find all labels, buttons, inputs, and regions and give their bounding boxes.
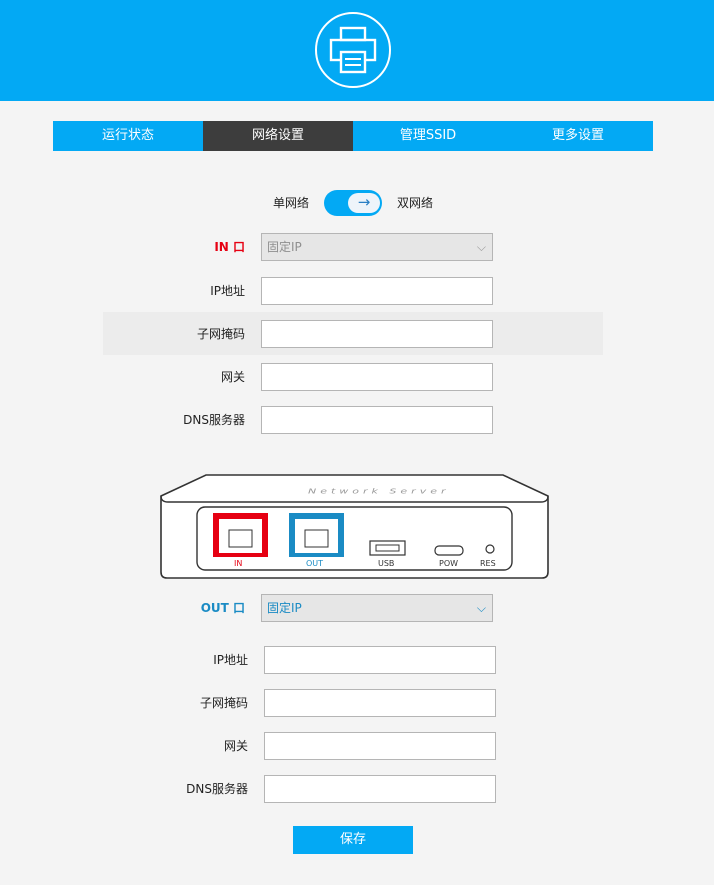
out-ip-input[interactable] (264, 646, 496, 674)
in-port-caption: IN (234, 559, 243, 568)
chevron-down-icon: ⌵ (476, 240, 486, 254)
out-gateway-label: 网关 (223, 739, 248, 753)
in-gateway-label: 网关 (220, 370, 245, 384)
in-gateway-row: 网关 (0, 363, 714, 391)
network-server-device: Network Server IN OUT USB POW RES (158, 472, 550, 580)
out-port-mode-select[interactable]: 固定IP ⌵ (261, 594, 493, 622)
device-brand-text: Network Server (308, 487, 450, 496)
in-port-mode-row: IN 口 固定IP ⌵ (0, 233, 714, 261)
in-gateway-input[interactable] (261, 363, 493, 391)
network-mode-toggle[interactable]: → (324, 190, 382, 216)
usb-port-caption: USB (378, 559, 395, 568)
in-mask-row: 子网掩码 (0, 320, 714, 348)
arrow-right-icon: → (348, 193, 380, 213)
out-dns-row: DNS服务器 (0, 775, 714, 803)
save-button[interactable]: 保存 (293, 826, 413, 854)
tab-network-settings[interactable]: 网络设置 (203, 121, 353, 151)
chevron-down-icon: ⌵ (476, 601, 486, 615)
in-mask-label: 子网掩码 (196, 327, 245, 341)
in-port-label: IN 口 (214, 240, 245, 254)
in-ip-label: IP地址 (210, 284, 245, 298)
single-network-label: 单网络 (273, 196, 310, 210)
in-ip-input[interactable] (261, 277, 493, 305)
out-ip-row: IP地址 (0, 646, 714, 674)
tab-manage-ssid[interactable]: 管理SSID (353, 121, 503, 151)
tab-more-settings[interactable]: 更多设置 (503, 121, 653, 151)
out-port-mode-value: 固定IP (267, 601, 302, 615)
in-dns-input[interactable] (261, 406, 493, 434)
in-dns-label: DNS服务器 (183, 413, 245, 427)
in-port-mode-value: 固定IP (267, 240, 302, 254)
out-port-caption: OUT (306, 559, 324, 568)
out-dns-input[interactable] (264, 775, 496, 803)
in-port-mode-select[interactable]: 固定IP ⌵ (261, 233, 493, 261)
out-port-mode-row: OUT 口 固定IP ⌵ (0, 594, 714, 622)
out-port-label: OUT 口 (200, 601, 245, 615)
out-gateway-input[interactable] (264, 732, 496, 760)
out-dns-label: DNS服务器 (186, 782, 248, 796)
in-mask-input[interactable] (261, 320, 493, 348)
in-dns-row: DNS服务器 (0, 406, 714, 434)
res-button-caption: RES (480, 559, 496, 568)
printer-icon (315, 12, 391, 88)
out-gateway-row: 网关 (0, 732, 714, 760)
pow-port-caption: POW (439, 559, 459, 568)
network-mode-row: 单网络 → 双网络 (0, 188, 714, 216)
out-mask-input[interactable] (264, 689, 496, 717)
in-ip-row: IP地址 (0, 277, 714, 305)
dual-network-label: 双网络 (397, 196, 434, 210)
out-ip-label: IP地址 (213, 653, 248, 667)
header-bar (0, 0, 714, 101)
out-mask-label: 子网掩码 (199, 696, 248, 710)
tab-running-status[interactable]: 运行状态 (53, 121, 203, 151)
out-mask-row: 子网掩码 (0, 689, 714, 717)
main-tabs: 运行状态 网络设置 管理SSID 更多设置 (53, 121, 653, 151)
